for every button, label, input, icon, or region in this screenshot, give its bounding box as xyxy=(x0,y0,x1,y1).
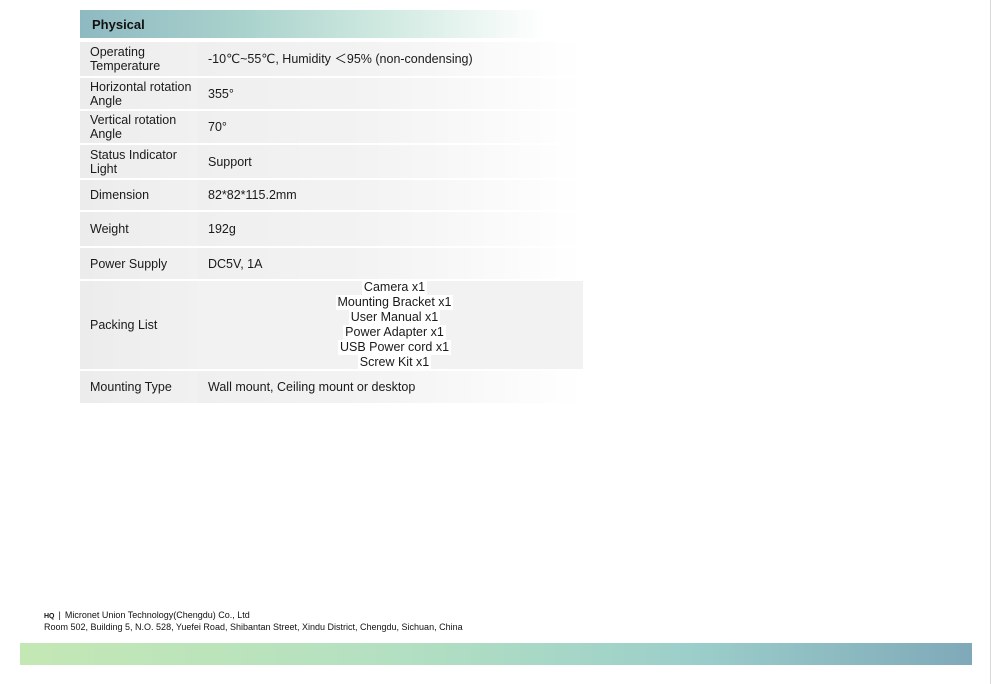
spec-row-vertical-rotation: Vertical rotation Angle 70° xyxy=(80,111,583,143)
footer-separator: | xyxy=(58,610,61,620)
packing-item: Mounting Bracket x1 xyxy=(335,295,454,310)
page-edge-rule xyxy=(990,0,991,684)
footer-company-line: HQ | Micronet Union Technology(Chengdu) Co… xyxy=(44,610,463,622)
spec-row-horizontal-rotation: Horizontal rotation Angle 355° xyxy=(80,78,583,109)
spec-value: 70° xyxy=(198,111,583,143)
spec-label: Operating Temperature xyxy=(80,42,198,76)
footer-company: Micronet Union Technology(Chengdu) Co., … xyxy=(64,610,250,620)
spec-row-weight: Weight 192g xyxy=(80,212,583,246)
spec-label: Packing List xyxy=(80,281,198,369)
footer-address: Room 502, Building 5, N.O. 528, Yuefei R… xyxy=(44,622,463,632)
packing-item: USB Power cord x1 xyxy=(337,340,452,355)
spec-row-dimension: Dimension 82*82*115.2mm xyxy=(80,180,583,210)
spec-label: Status Indicator Light xyxy=(80,145,198,178)
spec-label: Dimension xyxy=(80,180,198,210)
spec-value: 192g xyxy=(198,212,583,246)
packing-item: Screw Kit x1 xyxy=(357,355,432,370)
spec-label: Horizontal rotation Angle xyxy=(80,78,198,109)
spec-label: Vertical rotation Angle xyxy=(80,111,198,143)
spec-value: Support xyxy=(198,145,583,178)
footer-bar xyxy=(20,643,972,665)
spec-row-power-supply: Power Supply DC5V, 1A xyxy=(80,248,583,279)
packing-item: Camera x1 xyxy=(361,280,428,295)
spec-row-operating-temperature: Operating Temperature -10℃~55℃, Humidity… xyxy=(80,42,583,76)
spec-value: Wall mount, Ceiling mount or desktop xyxy=(198,371,583,403)
spec-value: -10℃~55℃, Humidity ＜95% (non-condensing) xyxy=(198,42,583,76)
spec-row-status-indicator: Status Indicator Light Support xyxy=(80,145,583,178)
spec-value: 82*82*115.2mm xyxy=(198,180,583,210)
section-title: Physical xyxy=(92,16,145,32)
spec-row-packing-list: Packing List Camera x1 Mounting Bracket … xyxy=(80,280,583,370)
spec-label: Mounting Type xyxy=(80,371,198,403)
packing-item: Power Adapter x1 xyxy=(343,325,446,340)
packing-item: User Manual x1 xyxy=(348,310,441,325)
spec-row-mounting-type: Mounting Type Wall mount, Ceiling mount … xyxy=(80,371,583,403)
spec-label: Power Supply xyxy=(80,248,198,279)
footer-contact: HQ | Micronet Union Technology(Chengdu) Co… xyxy=(44,610,463,633)
spec-label: Weight xyxy=(80,212,198,246)
section-header: Physical xyxy=(80,10,545,38)
footer-hq-label: HQ xyxy=(44,613,55,620)
packing-list: Camera x1 Mounting Bracket x1 User Manua… xyxy=(198,280,583,370)
spec-value: 355° xyxy=(198,78,583,109)
spec-value: DC5V, 1A xyxy=(198,248,583,279)
